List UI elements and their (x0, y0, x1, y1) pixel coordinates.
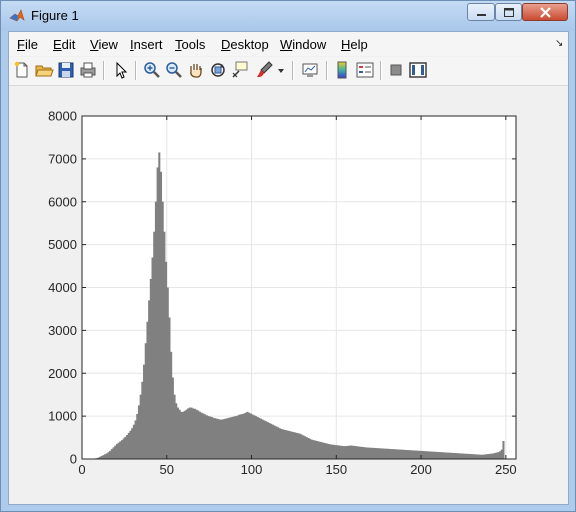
zoom-in-icon[interactable] (142, 60, 162, 80)
close-button[interactable] (522, 3, 568, 21)
y-tick-label: 8000 (48, 109, 77, 124)
toolbar-separator (326, 61, 328, 80)
y-tick-label: 6000 (48, 194, 77, 209)
y-tick-label: 5000 (48, 237, 77, 252)
link-plot-icon[interactable] (300, 60, 320, 80)
matlab-logo-icon (9, 9, 25, 22)
x-tick-label: 100 (241, 462, 263, 477)
minimize-icon (477, 14, 486, 16)
histogram-plot[interactable]: 0 50 100 150 200 250 0 1000 2000 3000 4000 5000 6000… (9, 86, 568, 504)
figure-toolbar (9, 57, 568, 86)
save-icon[interactable] (56, 60, 76, 80)
x-tick-label: 150 (325, 462, 347, 477)
y-tick-label: 3000 (48, 323, 77, 338)
y-tick-label: 2000 (48, 366, 77, 381)
data-cursor-icon[interactable] (230, 60, 250, 80)
new-figure-icon[interactable] (12, 60, 32, 80)
window-client-area: File Edit View Insert Tools Desktop Wind… (8, 31, 569, 505)
title-bar[interactable]: Figure 1 (1, 1, 575, 31)
brush-dropdown-icon[interactable] (276, 60, 286, 80)
menu-window[interactable]: Window (280, 37, 326, 52)
maximize-icon (504, 8, 514, 17)
histogram-bar (502, 440, 505, 459)
maximize-button[interactable] (495, 3, 522, 21)
window-title: Figure 1 (31, 8, 79, 23)
y-tick-label: 1000 (48, 409, 77, 424)
pan-hand-icon[interactable] (186, 60, 206, 80)
menu-help[interactable]: Help (341, 37, 368, 52)
rotate-3d-icon[interactable] (208, 60, 228, 80)
hide-plot-tools-icon[interactable] (386, 60, 406, 80)
legend-icon[interactable] (355, 60, 375, 80)
x-tick-label: 250 (495, 462, 517, 477)
dock-arrow-icon[interactable]: ↘ (555, 38, 563, 49)
menu-view[interactable]: View (90, 37, 118, 52)
open-file-icon[interactable] (34, 60, 54, 80)
menu-tools[interactable]: Tools (175, 37, 205, 52)
toolbar-separator (380, 61, 382, 80)
menu-file[interactable]: File (17, 37, 38, 52)
zoom-out-icon[interactable] (164, 60, 184, 80)
colorbar-icon[interactable] (332, 60, 352, 80)
minimize-button[interactable] (467, 3, 495, 21)
menu-edit[interactable]: Edit (53, 37, 75, 52)
figure-window: Figure 1 File Edit View Insert Tools Des… (0, 0, 576, 512)
menu-bar: File Edit View Insert Tools Desktop Wind… (9, 32, 568, 56)
edit-plot-arrow-icon[interactable] (111, 60, 131, 80)
close-icon (540, 7, 551, 18)
print-icon[interactable] (78, 60, 98, 80)
y-tick-label: 7000 (48, 151, 77, 166)
toolbar-separator (103, 61, 105, 80)
menu-desktop[interactable]: Desktop (221, 37, 269, 52)
x-tick-label: 50 (160, 462, 174, 477)
figure-canvas: 0 50 100 150 200 250 0 1000 2000 3000 4000 5000 6000… (9, 86, 568, 504)
y-tick-label: 4000 (48, 280, 77, 295)
x-tick-label: 0 (78, 462, 85, 477)
brush-icon[interactable] (255, 60, 275, 80)
menu-insert[interactable]: Insert (130, 37, 163, 52)
toolbar-separator (292, 61, 294, 80)
show-plot-tools-icon[interactable] (408, 60, 428, 80)
y-tick-label: 0 (70, 452, 77, 467)
toolbar-separator (135, 61, 137, 80)
x-tick-label: 200 (410, 462, 432, 477)
